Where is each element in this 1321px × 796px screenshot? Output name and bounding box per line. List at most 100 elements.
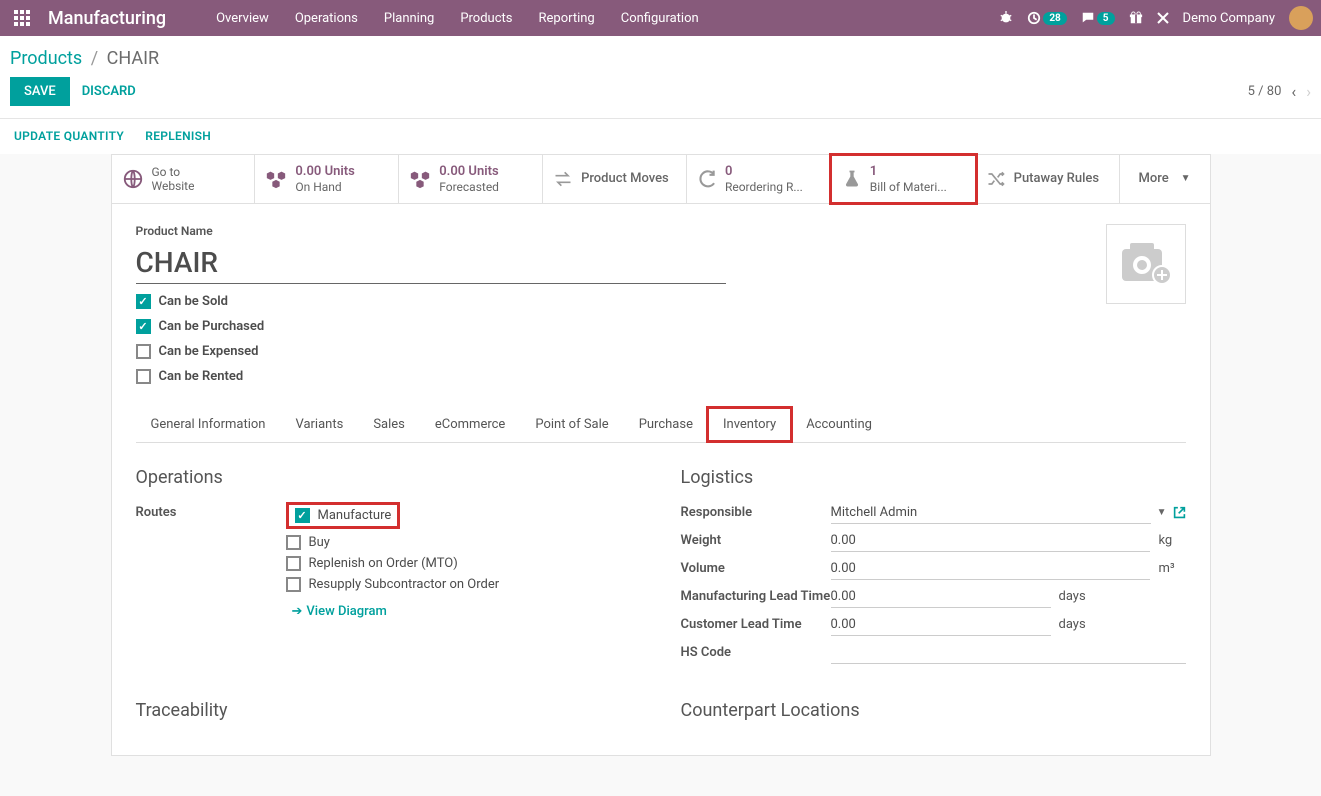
breadcrumb-parent[interactable]: Products (10, 48, 82, 69)
volume-input[interactable] (831, 558, 1151, 580)
can-be-expensed-label: Can be Expensed (159, 344, 259, 359)
breadcrumb-separator: / (91, 48, 98, 69)
stat-on-hand[interactable]: 0.00 Units On Hand (255, 155, 399, 203)
stat-bom[interactable]: 1 Bill of Materi... (829, 153, 978, 205)
can-be-expensed-row[interactable]: Can be Expensed (136, 344, 1106, 359)
external-link-icon[interactable] (1173, 506, 1186, 519)
tab-accounting[interactable]: Accounting (791, 408, 887, 443)
reordering-label: Reordering R... (725, 180, 803, 194)
cust-lead-input[interactable] (831, 614, 1051, 636)
bom-value: 1 (870, 164, 947, 180)
volume-label: Volume (681, 558, 831, 576)
nav-overview[interactable]: Overview (206, 3, 279, 34)
weight-unit: kg (1158, 533, 1185, 548)
apps-icon[interactable] (8, 4, 36, 32)
flask-icon (842, 169, 862, 189)
stat-product-moves[interactable]: Product Moves (543, 155, 687, 203)
tab-variants[interactable]: Variants (280, 408, 358, 443)
route-resupply[interactable]: Resupply Subcontractor on Order (286, 577, 641, 592)
caret-down-icon: ▼ (1181, 173, 1191, 184)
checkbox-purchased[interactable] (136, 319, 151, 334)
route-manufacture[interactable]: Manufacture (286, 502, 401, 529)
checkbox-sold[interactable] (136, 294, 151, 309)
mfg-lead-input[interactable] (831, 586, 1051, 608)
route-resupply-label: Resupply Subcontractor on Order (309, 577, 500, 592)
breadcrumb-bar: Products / CHAIR (0, 36, 1321, 69)
replenish-button[interactable]: REPLENISH (145, 129, 211, 143)
checkbox-mto[interactable] (286, 556, 301, 571)
hs-code-input[interactable] (831, 642, 1186, 664)
product-name-label: Product Name (136, 224, 1106, 238)
tab-inventory[interactable]: Inventory (706, 406, 793, 443)
action-bar: SAVE DISCARD 5 / 80 ‹ › (0, 69, 1321, 119)
product-name-input[interactable] (136, 242, 726, 284)
route-buy-label: Buy (309, 535, 330, 550)
on-hand-value: 0.00 Units (295, 164, 354, 180)
stat-forecasted[interactable]: 0.00 Units Forecasted (399, 155, 543, 203)
checkbox-expensed[interactable] (136, 344, 151, 359)
view-diagram-label: View Diagram (306, 604, 386, 619)
discard-button[interactable]: DISCARD (82, 84, 136, 99)
checkbox-resupply[interactable] (286, 577, 301, 592)
view-diagram-link[interactable]: ➔ View Diagram (292, 604, 387, 619)
responsible-input[interactable] (831, 502, 1151, 524)
stat-more[interactable]: More ▼ (1120, 155, 1210, 203)
tab-purchase[interactable]: Purchase (624, 408, 708, 443)
nav-configuration[interactable]: Configuration (611, 3, 709, 34)
can-be-rented-row[interactable]: Can be Rented (136, 369, 1106, 384)
cubes-icon (409, 168, 431, 190)
save-button[interactable]: SAVE (10, 77, 70, 106)
tab-ecommerce[interactable]: eCommerce (420, 408, 520, 443)
topbar: Manufacturing Overview Operations Planni… (0, 0, 1321, 36)
weight-input[interactable] (831, 530, 1151, 552)
can-be-sold-row[interactable]: Can be Sold (136, 294, 1106, 309)
arrow-right-icon: ➔ (292, 604, 303, 619)
stat-reordering[interactable]: 0 Reordering R... (687, 155, 831, 203)
checkbox-rented[interactable] (136, 369, 151, 384)
avatar[interactable] (1289, 6, 1313, 30)
tab-general[interactable]: General Information (136, 408, 281, 443)
tab-sales[interactable]: Sales (358, 408, 420, 443)
pager-next-icon[interactable]: › (1306, 82, 1311, 101)
mfg-lead-label: Manufacturing Lead Time (681, 586, 831, 604)
update-quantity-button[interactable]: UPDATE QUANTITY (14, 129, 124, 143)
tab-content-inventory: Operations Routes Manufacture Buy (136, 443, 1186, 670)
route-mto-label: Replenish on Order (MTO) (309, 556, 458, 571)
dropdown-icon[interactable]: ▼ (1157, 507, 1167, 518)
stat-button-box: Go to Website 0.00 Units On Hand 0.00 Un… (111, 154, 1211, 203)
chat-icon[interactable]: 5 (1081, 11, 1115, 25)
bug-icon[interactable] (999, 11, 1013, 25)
company-name[interactable]: Demo Company (1183, 11, 1275, 26)
close-tray-icon[interactable] (1157, 12, 1169, 24)
stat-website-l1: Go to (152, 165, 195, 179)
counterpart-title: Counterpart Locations (681, 700, 1186, 721)
pager-prev-icon[interactable]: ‹ (1291, 82, 1296, 101)
topnav: Overview Operations Planning Products Re… (206, 3, 709, 34)
can-be-purchased-row[interactable]: Can be Purchased (136, 319, 1106, 334)
route-mto[interactable]: Replenish on Order (MTO) (286, 556, 641, 571)
activity-badge: 28 (1043, 12, 1066, 25)
route-buy[interactable]: Buy (286, 535, 641, 550)
cust-lead-unit: days (1059, 617, 1086, 632)
nav-planning[interactable]: Planning (374, 3, 444, 34)
cubes-icon (265, 168, 287, 190)
checkbox-buy[interactable] (286, 535, 301, 550)
nav-reporting[interactable]: Reporting (529, 3, 605, 34)
stat-website-l2: Website (152, 179, 195, 193)
gift-icon[interactable] (1129, 11, 1143, 25)
tabs: General Information Variants Sales eComm… (136, 408, 1186, 443)
logistics-title: Logistics (681, 467, 1186, 488)
breadcrumb-current: CHAIR (107, 48, 159, 69)
stat-putaway[interactable]: Putaway Rules (976, 155, 1120, 203)
traceability-title: Traceability (136, 700, 641, 721)
tab-pos[interactable]: Point of Sale (520, 408, 623, 443)
pager: 5 / 80 ‹ › (1248, 82, 1311, 101)
nav-products[interactable]: Products (450, 3, 522, 34)
responsible-label: Responsible (681, 502, 831, 520)
bom-label: Bill of Materi... (870, 180, 947, 194)
stat-website[interactable]: Go to Website (112, 155, 256, 203)
product-image[interactable] (1106, 224, 1186, 304)
activity-icon[interactable]: 28 (1027, 11, 1066, 25)
nav-operations[interactable]: Operations (285, 3, 368, 34)
checkbox-manufacture[interactable] (295, 508, 310, 523)
